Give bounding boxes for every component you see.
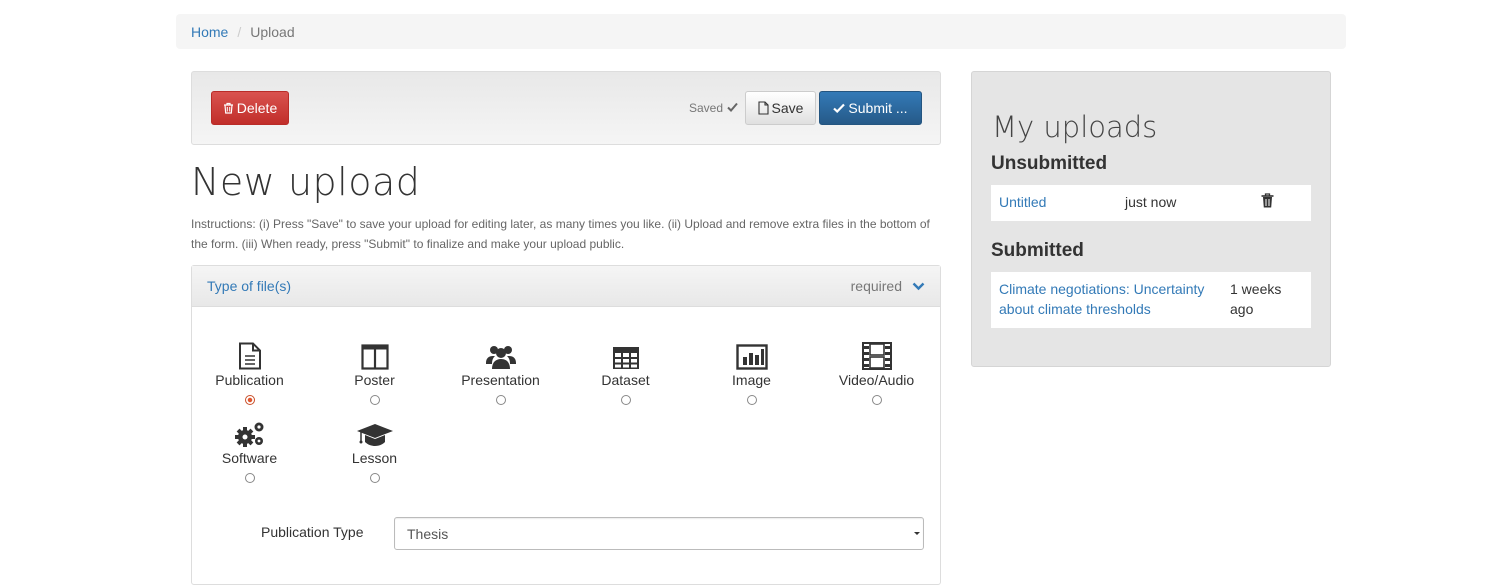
type-label: Image [732, 372, 771, 388]
type-option-presentation[interactable]: Presentation [438, 340, 563, 405]
delete-label: Delete [236, 100, 278, 116]
panel-title-link[interactable]: Type of file(s) [207, 278, 291, 294]
type-option-dataset[interactable]: Dataset [563, 340, 688, 405]
type-option-image[interactable]: Image [689, 340, 814, 405]
table-icon [563, 340, 688, 370]
submitted-row: Climate negotiations: Uncertainty about … [991, 272, 1311, 328]
type-option-publication[interactable]: Publication [187, 340, 312, 405]
trash-icon[interactable] [1261, 193, 1274, 211]
upload-title-link[interactable]: Untitled [999, 194, 1046, 210]
type-option-poster[interactable]: Poster [312, 340, 437, 405]
upload-toolbar: Delete Saved Save Submit ... [191, 71, 941, 145]
upload-title-link[interactable]: Climate negotiations: Uncertainty about … [999, 279, 1219, 319]
check-icon [727, 101, 738, 115]
upload-time-line: ago [1230, 301, 1254, 317]
breadcrumb: Home / Upload [176, 14, 1346, 49]
columns-icon [312, 340, 437, 370]
bar-chart-icon [689, 340, 814, 370]
my-uploads-sidebar: My uploads Unsubmitted Untitled just now… [971, 71, 1331, 367]
type-label: Video/Audio [838, 372, 915, 388]
upload-time: 1 weeks ago [1230, 279, 1281, 319]
file-icon [757, 101, 769, 115]
save-label: Save [771, 100, 804, 116]
submit-button[interactable]: Submit ... [819, 91, 922, 125]
my-uploads-title: My uploads [992, 110, 1158, 144]
type-radio[interactable] [244, 473, 255, 483]
publication-type-select[interactable]: Thesis [394, 517, 924, 550]
breadcrumb-home-link[interactable]: Home [191, 24, 228, 40]
type-label: Dataset [601, 372, 650, 388]
type-label: Software [221, 450, 278, 466]
required-label: required [850, 278, 902, 294]
type-label: Publication [215, 372, 284, 388]
graduation-cap-icon [312, 418, 437, 448]
publication-type-label: Publication Type [261, 524, 364, 540]
caret-down-icon [914, 532, 920, 535]
breadcrumb-current: Upload [250, 23, 295, 40]
gears-icon [187, 418, 312, 448]
unsubmitted-row: Untitled just now [991, 185, 1311, 221]
type-label: Presentation [461, 372, 540, 388]
submitted-heading: Submitted [991, 240, 1084, 261]
save-button[interactable]: Save [745, 91, 816, 125]
upload-title-line: Climate negotiations: Uncertainty [999, 281, 1205, 297]
upload-time: just now [1125, 194, 1177, 210]
film-icon [814, 340, 939, 370]
required-indicator: required [851, 278, 925, 294]
unsubmitted-heading: Unsubmitted [991, 153, 1108, 174]
type-label: Poster [354, 372, 395, 388]
saved-status: Saved [689, 101, 738, 115]
saved-label: Saved [689, 101, 724, 115]
group-icon [438, 340, 563, 370]
type-radio[interactable] [620, 395, 631, 405]
instructions-text: Instructions: (i) Press "Save" to save y… [191, 217, 930, 251]
upload-title-line: about climate thresholds [999, 301, 1151, 317]
type-radio[interactable] [746, 395, 757, 405]
type-radio[interactable] [244, 395, 255, 405]
type-option-video-audio[interactable]: Video/Audio [814, 340, 939, 405]
submit-label: Submit ... [848, 100, 908, 116]
page-title: New upload [191, 160, 421, 204]
type-radio[interactable] [369, 395, 380, 405]
type-radio[interactable] [871, 395, 882, 405]
panel-header[interactable]: Type of file(s) required [192, 266, 940, 307]
delete-button[interactable]: Delete [211, 91, 289, 125]
type-option-software[interactable]: Software [187, 418, 312, 483]
breadcrumb-separator: / [237, 23, 242, 40]
type-option-lesson[interactable]: Lesson [312, 418, 437, 483]
type-radio[interactable] [369, 473, 380, 483]
file-text-icon [187, 340, 312, 370]
chevron-down-icon[interactable] [912, 278, 925, 294]
upload-time-line: 1 weeks [1230, 281, 1282, 297]
type-radio[interactable] [495, 395, 506, 405]
type-label: Lesson [351, 450, 398, 466]
check-icon [833, 103, 846, 113]
trash-icon [223, 102, 234, 114]
publication-type-value: Thesis [407, 525, 449, 542]
